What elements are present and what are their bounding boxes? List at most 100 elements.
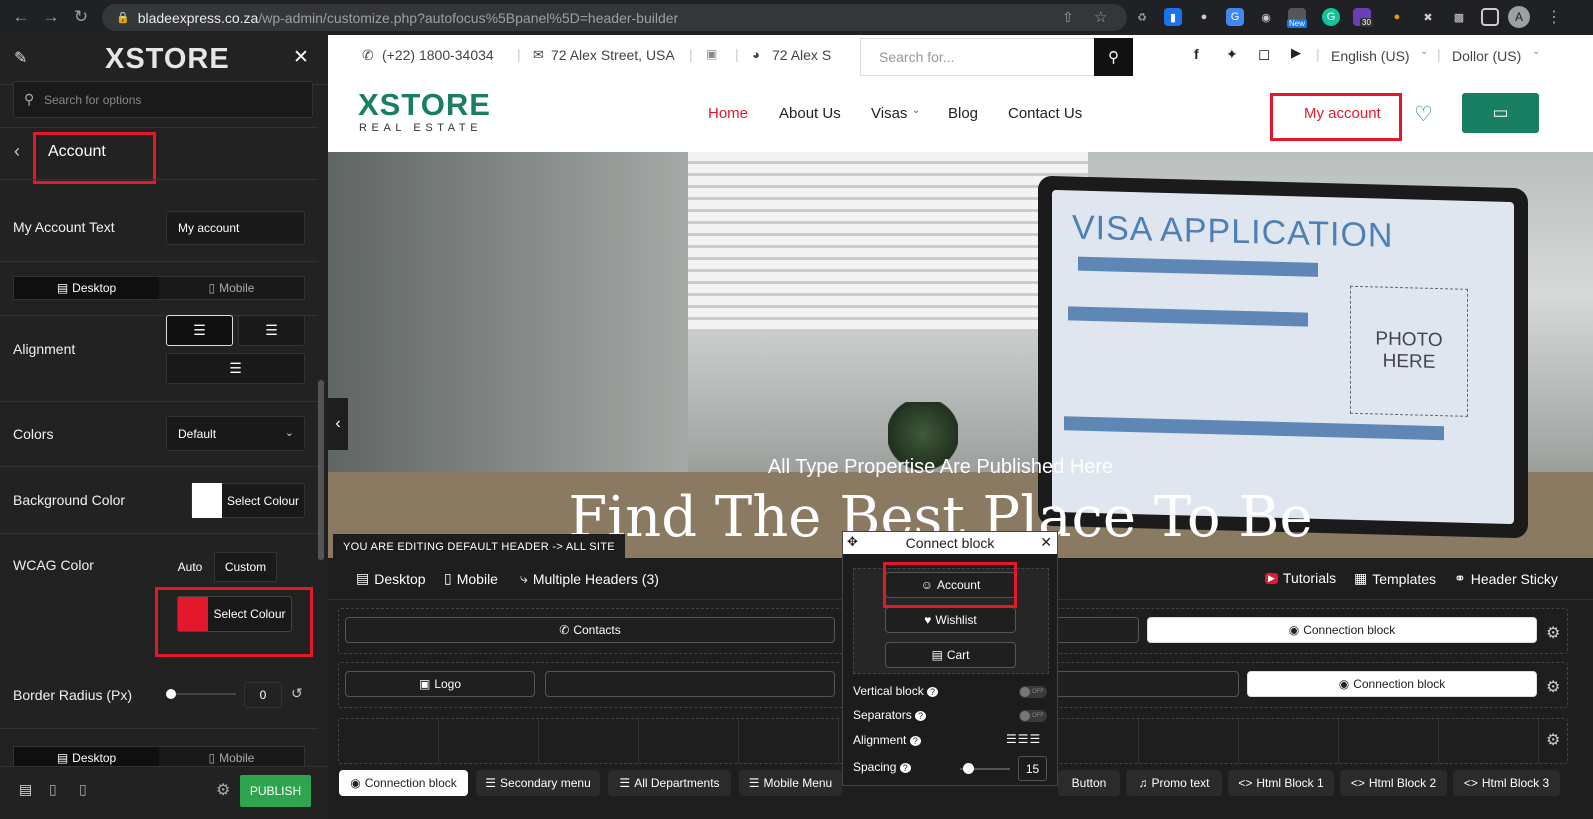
popup-wishlist-item[interactable]: ♥ Wishlist [885,607,1016,633]
address-bar[interactable]: 🔒 bladeexpress.co.za/wp-admin/customize.… [102,4,1127,31]
youtube-icon[interactable]: ▶ [1291,45,1301,61]
docs-extension-icon[interactable]: ▮ [1164,8,1182,26]
align-right-button[interactable]: ☰ [166,353,305,384]
spacing-input[interactable]: 15 [1018,756,1047,781]
wcag-auto-tab[interactable]: Auto [166,552,214,582]
row-item-connection-block[interactable]: ◉ Connection block [1147,617,1537,643]
site-logo[interactable]: XSTORE [358,87,491,123]
branch-icon: ⤷ [520,570,528,586]
chip-html-block-2[interactable]: <> Html Block 2 [1340,770,1447,796]
border-radius-slider[interactable] [170,693,236,695]
nav-blog[interactable]: Blog [948,105,978,122]
background-color-picker[interactable]: Select Colour [191,483,305,518]
header-sticky-link[interactable]: ⚭ Header Sticky [1454,570,1558,587]
site-search-input[interactable]: Search for... [860,38,1096,76]
site-search-button[interactable]: ⚲ [1094,38,1133,76]
chrome-menu-icon[interactable]: ⋮ [1546,7,1562,27]
preview-desktop-icon[interactable]: ▤ [19,781,32,798]
nav-contact[interactable]: Contact Us [1008,105,1082,122]
translate-extension-icon[interactable]: G [1226,8,1244,26]
move-icon[interactable]: ✥ [847,534,858,550]
row-item-empty[interactable] [1049,617,1139,643]
share-icon[interactable]: ⇧ [1062,9,1074,26]
side-panel-icon[interactable] [1481,8,1499,26]
align-center-button[interactable]: ☰ [238,315,305,346]
code-icon: <> [1238,776,1253,790]
profile-avatar[interactable]: A [1508,6,1530,28]
row-item-logo[interactable]: ▣ Logo [345,671,535,697]
cart-button[interactable]: ▭ [1462,93,1539,133]
connect-block-popup: ✥ Connect block ✕ ☺ Account ♥ Wishlist ▤ Ca… [842,531,1058,786]
puzzle-extensions-icon[interactable]: ▩ [1450,8,1468,26]
templates-link[interactable]: ▦ Templates [1354,570,1436,587]
row-item-connection-block-2[interactable]: ◉ Connection block [1247,671,1537,697]
border-radius-input[interactable]: 0 [244,682,282,708]
chip-secondary-menu[interactable]: ☰ Secondary menu [476,770,600,796]
row-settings-gear-icon[interactable]: ⚙ [1546,730,1560,750]
help-icon[interactable]: ? [927,687,939,697]
tutorials-link[interactable]: ▶ Tutorials [1265,570,1336,586]
chip-mobile-menu[interactable]: ☰ Mobile Menu [739,770,842,796]
settings-gear-icon[interactable]: ⚙ [216,780,230,800]
options-search-input[interactable]: ⚲ Search for options [13,81,313,118]
camera-extension-icon[interactable]: ◉ [1257,8,1275,26]
chip-connection-block[interactable]: ◉ Connection block [339,770,468,796]
forward-icon[interactable]: → [38,4,64,30]
customizer-tool-icon[interactable]: ✎ [14,48,27,68]
chip-button[interactable]: Button [1058,770,1120,796]
align-left-button[interactable]: ☰ [166,315,233,346]
popup-close-icon[interactable]: ✕ [1040,534,1052,551]
back-icon[interactable]: ← [8,4,34,30]
device-mobile-tab[interactable]: ▯ Mobile [159,277,304,299]
row-item-empty[interactable] [1049,671,1239,697]
spacing-slider-handle[interactable] [963,763,974,774]
colors-select[interactable]: Default ⌄ [166,416,305,451]
preview-mobile-icon[interactable]: ▯ [79,781,87,798]
publish-button[interactable]: PUBLISH [240,775,311,807]
nav-home[interactable]: Home [708,105,748,122]
vertical-block-toggle[interactable]: OFF [1019,686,1047,698]
popup-cart-item[interactable]: ▤ Cart [885,642,1016,668]
wcag-custom-tab[interactable]: Custom [214,552,277,582]
device-desktop-tab[interactable]: ▤ Desktop [14,277,159,299]
builder-tab-multiple[interactable]: ⤷ Multiple Headers (3) [520,570,659,587]
back-chevron-icon[interactable]: ‹ [14,141,20,162]
instagram-icon[interactable]: ◻ [1258,45,1270,63]
reset-icon[interactable]: ↺ [291,685,303,702]
close-customizer-icon[interactable]: ✕ [293,46,309,69]
recycle-extension-icon[interactable]: ♻ [1133,8,1151,26]
facebook-icon[interactable]: f [1194,46,1199,62]
collapse-sidebar-icon[interactable]: ‹ [328,398,348,450]
help-icon[interactable]: ? [899,763,911,773]
tools-extension-icon[interactable]: ✖ [1419,8,1437,26]
reload-icon[interactable]: ↻ [68,4,94,30]
chip-html-block-3[interactable]: <> Html Block 3 [1453,770,1560,796]
language-select[interactable]: English (US) [1331,48,1410,64]
help-icon[interactable]: ? [915,711,927,721]
border-radius-slider-handle[interactable] [166,689,176,699]
help-icon[interactable]: ? [909,736,921,746]
twitter-icon[interactable]: ✦ [1226,46,1238,63]
popup-alignment-icons[interactable]: ☰☰☰ [1006,732,1041,746]
wishlist-heart-icon[interactable]: ♡ [1414,102,1433,127]
row-item-empty[interactable] [545,671,835,697]
my-account-text-input[interactable]: My account [166,211,305,245]
row-item-contacts[interactable]: ✆ Contacts [345,617,835,643]
bookmark-star-icon[interactable]: ☆ [1094,8,1107,26]
sidebar-scrollbar[interactable] [318,380,324,560]
globe-extension-icon[interactable]: ● [1195,8,1213,26]
grammarly-extension-icon[interactable]: G [1322,8,1340,26]
flame-extension-icon[interactable]: ● [1388,8,1406,26]
row-settings-gear-icon[interactable]: ⚙ [1546,623,1560,643]
preview-tablet-icon[interactable]: ▯ [49,781,57,798]
separators-toggle[interactable]: OFF [1019,710,1047,722]
nav-visas[interactable]: Visas [871,105,907,122]
currency-select[interactable]: Dollor (US) [1452,48,1521,64]
builder-tab-desktop[interactable]: ▤ Desktop [356,570,426,587]
chip-html-block-1[interactable]: <> Html Block 1 [1228,770,1334,796]
chip-promo-text[interactable]: ♫ Promo text [1126,770,1222,796]
chip-all-departments[interactable]: ☰ All Departments [608,770,731,796]
row-settings-gear-icon[interactable]: ⚙ [1546,677,1560,697]
nav-about[interactable]: About Us [779,105,841,122]
builder-tab-mobile[interactable]: ▯ Mobile [444,570,498,587]
